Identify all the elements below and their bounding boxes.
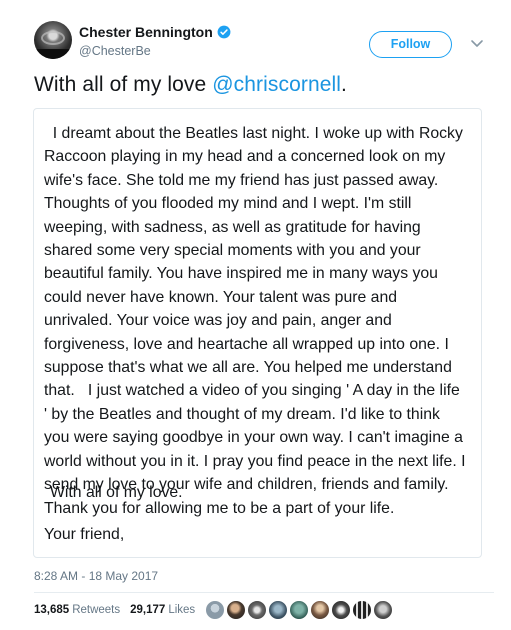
chevron-down-icon[interactable]	[469, 35, 485, 51]
avatar-ring-shape	[41, 31, 65, 45]
tweet-text-prefix: With all of my love	[34, 73, 213, 96]
mention-link[interactable]: @chriscornell	[212, 73, 341, 96]
liker-avatar[interactable]	[310, 600, 330, 620]
attached-letter-image[interactable]: I dreamt about the Beatles last night. I…	[33, 108, 482, 558]
liker-avatar[interactable]	[205, 600, 225, 620]
retweets-count[interactable]: 13,685	[34, 604, 69, 616]
liker-avatar[interactable]	[247, 600, 267, 620]
follow-button[interactable]: Follow	[369, 31, 452, 58]
author-avatar[interactable]	[34, 21, 72, 59]
author-name-row: Chester Bennington	[79, 24, 231, 40]
retweets-label[interactable]: Retweets	[72, 604, 120, 616]
letter-sign-off: With all of my love.	[50, 484, 183, 501]
letter-body: I dreamt about the Beatles last night. I…	[44, 125, 466, 517]
liker-avatar[interactable]	[226, 600, 246, 620]
tweet-text-suffix: .	[341, 73, 347, 96]
tweet-text: With all of my love @chriscornell.	[34, 73, 347, 97]
liker-avatar[interactable]	[268, 600, 288, 620]
likes-count[interactable]: 29,177	[130, 604, 165, 616]
likes-label[interactable]: Likes	[168, 604, 195, 616]
divider	[34, 592, 494, 593]
tweet-header: Chester Bennington @ChesterBe Follow	[34, 21, 494, 67]
author-handle[interactable]: @ChesterBe	[79, 44, 151, 58]
liker-avatars	[205, 600, 394, 620]
verified-badge-icon	[217, 25, 231, 39]
liker-avatar[interactable]	[289, 600, 309, 620]
liker-avatar[interactable]	[352, 600, 372, 620]
avatar-crowd-shape	[34, 49, 72, 59]
liker-avatar[interactable]	[331, 600, 351, 620]
tweet-timestamp[interactable]: 8:28 AM - 18 May 2017	[34, 569, 158, 583]
liker-avatar[interactable]	[373, 600, 393, 620]
author-name[interactable]: Chester Bennington	[79, 24, 213, 40]
letter-closing: Your friend,	[44, 526, 125, 543]
tweet-stats: 13,685 Retweets 29,177 Likes	[34, 604, 195, 616]
